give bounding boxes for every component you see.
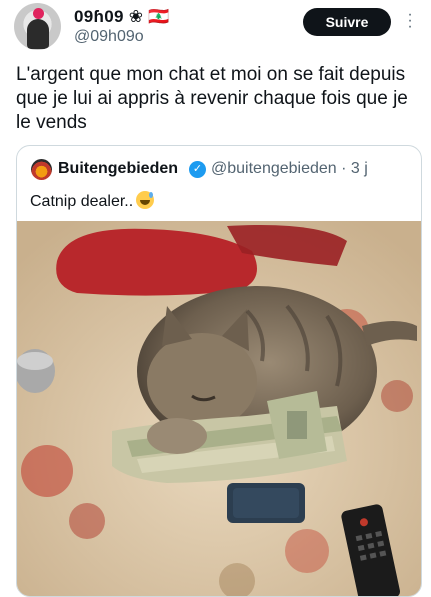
author-avatar[interactable] [14, 3, 61, 50]
avatar-figure [27, 19, 49, 49]
quoted-author-handle-time[interactable]: @buitengebieden · 3 j [211, 160, 368, 178]
tweet-header: 09ɦ09 ❀ 🇱🇧 @09h09o Suivre · · · [0, 0, 431, 56]
flower-pattern [69, 503, 105, 539]
tweet-text: L'argent que mon chat et moi on se fait … [16, 64, 408, 133]
author-display-name[interactable]: 09ɦ09 ❀ 🇱🇧 [74, 7, 170, 27]
banknote-portrait [287, 411, 307, 439]
quoted-tweet-text: Catnip dealer.. [30, 191, 155, 211]
author-handle[interactable]: @09h09o [74, 28, 144, 46]
quoted-tweet-card[interactable]: Buitengebieden ✓ @buitengebieden · 3 j C… [16, 145, 422, 597]
cat-on-money-photo[interactable] [17, 221, 421, 596]
verified-badge-icon: ✓ [189, 161, 206, 178]
cat-head [147, 333, 257, 429]
more-vertical-icon[interactable]: · · · [403, 7, 417, 35]
quoted-author-avatar[interactable] [31, 159, 52, 180]
cat-paws [147, 418, 207, 454]
quoted-author-name[interactable]: Buitengebieden [58, 160, 178, 178]
photo-illustration [17, 221, 421, 596]
sweat-smile-emoji-icon [136, 191, 155, 209]
follow-button[interactable]: Suivre [303, 8, 391, 36]
metal-bowl-rim [17, 352, 53, 370]
quoted-tweet-text-content: Catnip dealer.. [30, 193, 134, 210]
avatar-balloon [33, 8, 44, 19]
flower-pattern [381, 380, 413, 412]
flower-pattern [285, 529, 329, 573]
phone-screen [233, 488, 299, 518]
flower-pattern [21, 445, 73, 497]
